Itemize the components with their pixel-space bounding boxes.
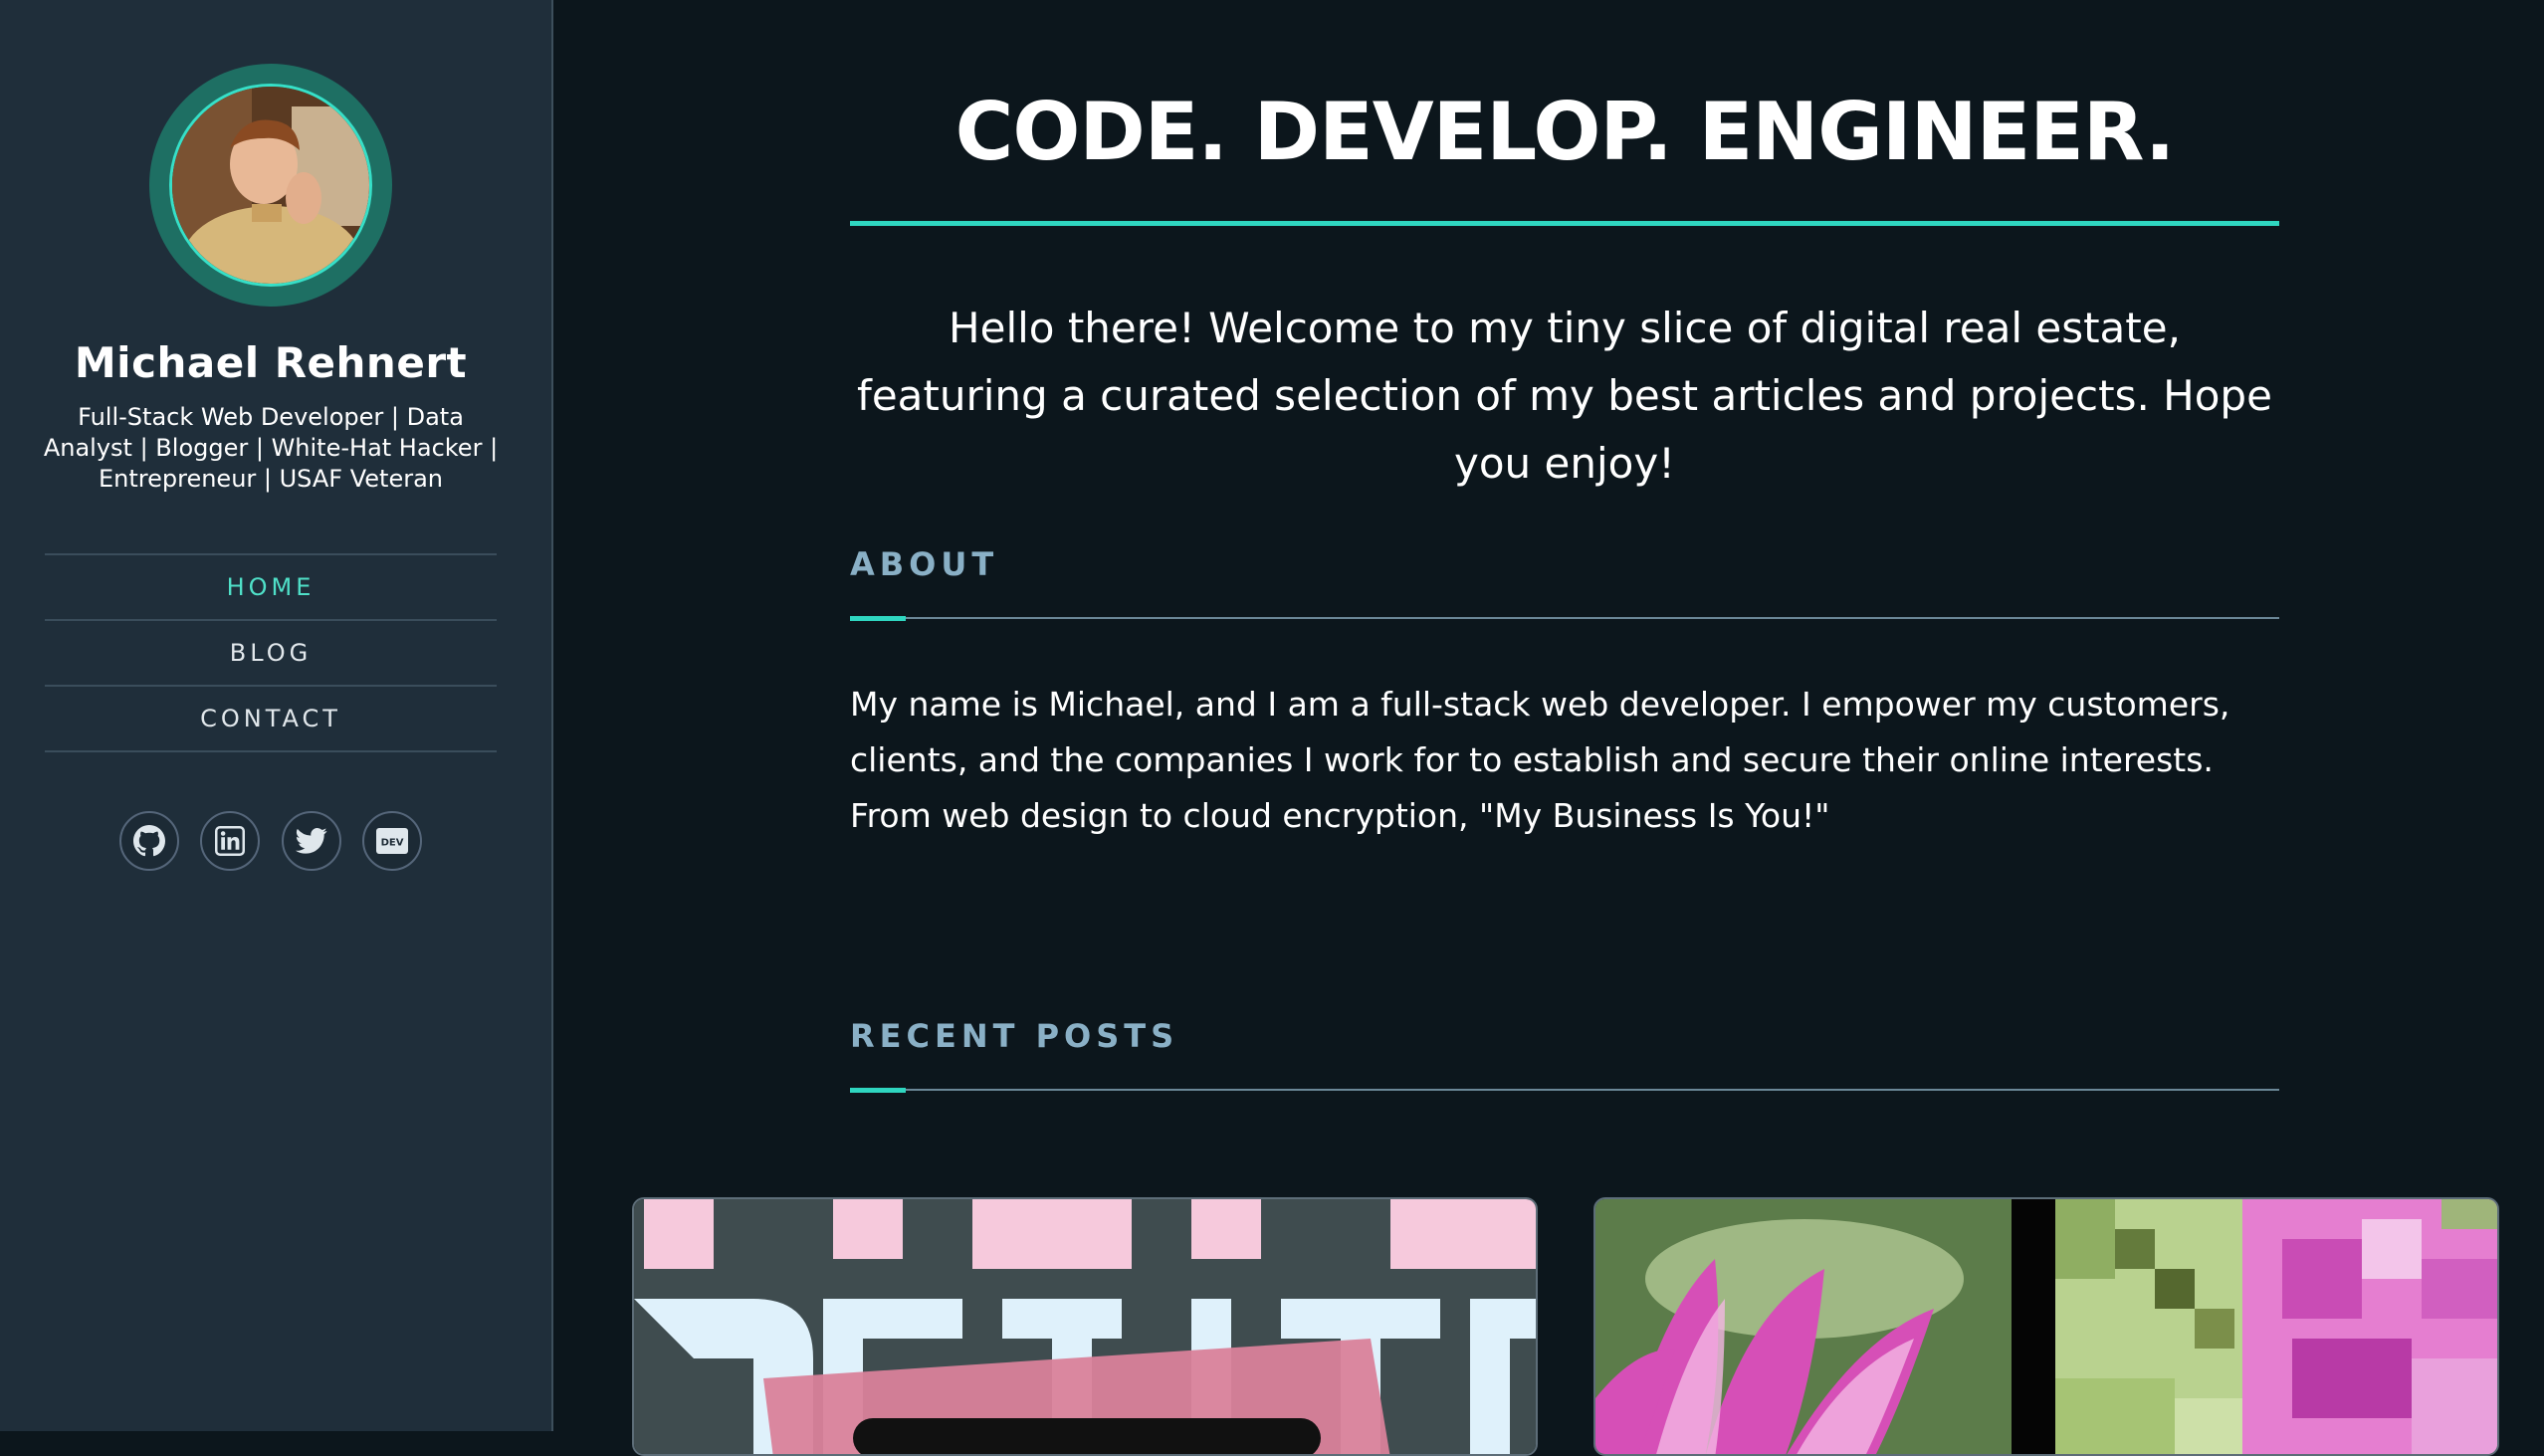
linkedin-link[interactable] <box>200 811 261 871</box>
about-divider <box>850 617 2279 619</box>
nav-item-contact[interactable]: CONTACT <box>45 685 497 752</box>
profile-photo <box>169 84 372 287</box>
hero-title: CODE. DEVELOP. ENGINEER. <box>954 86 2176 178</box>
avatar <box>149 64 392 307</box>
about-accent <box>850 616 906 621</box>
social-links: DEV <box>119 811 422 875</box>
sidebar-nav: HOME BLOG CONTACT <box>45 553 497 752</box>
nav-item-home[interactable]: HOME <box>45 553 497 619</box>
dev-icon-label: DEV <box>381 838 404 849</box>
about-text: My name is Michael, and I am a full-stac… <box>850 685 2230 835</box>
post-thumbnail-2 <box>1595 1199 2497 1454</box>
recent-posts-heading: RECENT POSTS <box>850 1017 1179 1055</box>
profile-name: Michael Rehnert <box>74 338 468 387</box>
linkedin-icon <box>215 826 246 856</box>
github-link[interactable] <box>119 811 179 871</box>
twitter-link[interactable] <box>281 811 341 871</box>
post-card-2[interactable] <box>1593 1197 2499 1456</box>
recent-posts-divider <box>850 1089 2279 1091</box>
twitter-icon <box>295 828 327 854</box>
profile-tagline: Full-Stack Web Developer | Data Analyst … <box>43 403 499 493</box>
about-heading: ABOUT <box>850 545 999 583</box>
dev-link[interactable]: DEV <box>361 811 422 871</box>
hero-intro: Hello there! Welcome to my tiny slice of… <box>857 304 2272 488</box>
post-card-1[interactable] <box>632 1197 1538 1456</box>
nav-item-blog[interactable]: BLOG <box>45 619 497 685</box>
dev-icon: DEV <box>375 828 408 854</box>
sidebar: Michael Rehnert Full-Stack Web Developer… <box>0 0 553 1431</box>
github-icon <box>133 825 165 857</box>
recent-posts-accent <box>850 1088 906 1093</box>
hero-divider <box>850 221 2279 226</box>
post-thumbnail-1 <box>634 1199 1536 1454</box>
